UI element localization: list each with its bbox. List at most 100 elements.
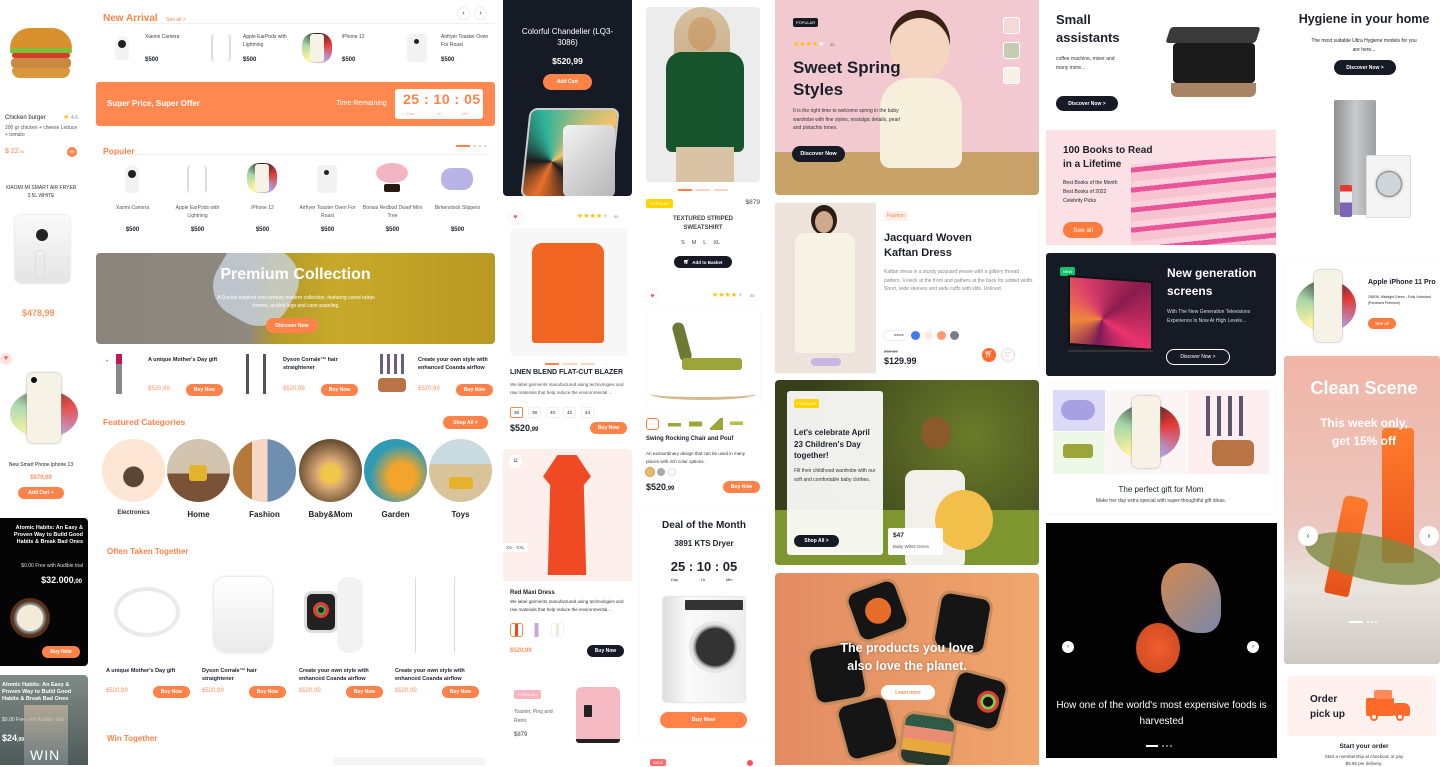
variant-thumb[interactable] xyxy=(1003,17,1020,34)
discover-now-button[interactable]: Discover Now > xyxy=(1166,349,1230,365)
burger-card[interactable]: Chicken burger ★ 4.6 200 gr chicken + ch… xyxy=(0,0,88,165)
size-option[interactable]: 42 xyxy=(563,407,576,418)
dress-buy-button[interactable]: Buy Now xyxy=(587,645,624,657)
thumbnail[interactable] xyxy=(646,418,659,430)
variant-cream[interactable] xyxy=(551,623,564,637)
book-card-1[interactable]: Atomic Habits: An Easy & Proven Way to B… xyxy=(0,518,88,666)
populer-item[interactable]: Xaomi Camera $500 xyxy=(100,160,165,240)
variant-red[interactable] xyxy=(510,623,523,637)
slide-pager[interactable] xyxy=(1146,745,1176,747)
sweet-spring-banner[interactable]: POPULAR ★★★★★ 95 Sweet Spring Styles It … xyxy=(775,0,1039,195)
size-option[interactable]: M xyxy=(692,240,697,246)
color-blue[interactable] xyxy=(911,331,920,340)
prev-slide-button[interactable]: ‹ xyxy=(1298,526,1318,546)
category-garden[interactable]: Garden xyxy=(364,439,428,519)
often-buy-button[interactable]: Buy Now xyxy=(249,686,286,698)
size-option[interactable]: 36 xyxy=(510,407,523,418)
product-tag[interactable]: $47 Baby White Dress xyxy=(888,528,943,555)
book-card-2[interactable]: Atomic Habits: An Easy & Proven Way to B… xyxy=(0,675,88,765)
populer-item[interactable]: Apple EarPods with Lightning $500 xyxy=(165,160,230,240)
often-item[interactable]: Create your own style with enhanced Coan… xyxy=(299,575,391,700)
color-peach[interactable] xyxy=(937,331,946,340)
next-arrow-button[interactable]: › xyxy=(474,7,487,20)
sweatshirt-card[interactable]: POPULAR $879 TEXTURED STRIPED SWEATSHIRT… xyxy=(646,7,760,272)
shop-all-button[interactable]: Shop All > xyxy=(794,535,839,547)
chandelier-card[interactable]: Colorful Chandelier (LQ3-3086) $520,99 A… xyxy=(503,0,632,196)
blazer-buy-button[interactable]: Buy Now xyxy=(590,422,627,434)
heart-icon[interactable]: ♥ xyxy=(646,290,659,303)
thumbnail[interactable] xyxy=(689,418,702,430)
arrival-item[interactable]: Airfryer Toaster Oven For Roast $500 xyxy=(399,30,495,70)
populer-item[interactable]: iPhone 12 $500 xyxy=(230,160,295,240)
see-all-button[interactable]: See all xyxy=(1368,318,1396,329)
variant-thumb[interactable] xyxy=(1003,42,1020,59)
discover-now-button[interactable]: Discover Now xyxy=(792,146,845,162)
see-all-button[interactable]: See all xyxy=(1063,222,1103,238)
deal-buy-button[interactable]: Buy Now xyxy=(186,384,223,396)
color-grey[interactable] xyxy=(950,331,959,340)
size-option[interactable]: XL xyxy=(713,240,720,246)
discover-now-button[interactable]: Discover Now > xyxy=(1334,60,1396,75)
color-white[interactable] xyxy=(668,468,676,476)
category-home[interactable]: Home xyxy=(167,439,231,519)
thumbnail[interactable] xyxy=(730,418,743,430)
arrival-item[interactable]: Apple EarPods with Lightning $500 xyxy=(201,30,296,70)
fryer-card[interactable]: XIAOMI MI SMART AIR FRYER 3.5L WHITE $47… xyxy=(0,175,88,325)
hygiene-card[interactable]: Hygiene in your home The most suitable U… xyxy=(1284,0,1440,240)
category-toys[interactable]: Toys xyxy=(429,439,493,519)
populer-pager[interactable] xyxy=(456,145,488,147)
color-white[interactable]: WHITE xyxy=(884,331,906,340)
red-dress-card[interactable]: ⌑ XS - XXL Red Maxi Dress We label garme… xyxy=(503,449,632,664)
rocking-chair-card[interactable]: ♥ ★★★★★ 55 Swing Rocking Chair and Pouf … xyxy=(646,290,760,500)
deal-buy-button[interactable]: Buy Now xyxy=(456,384,493,396)
often-buy-button[interactable]: Buy Now xyxy=(442,686,479,698)
slide-pager[interactable] xyxy=(1349,621,1379,623)
bookmark-icon[interactable]: ⌑ xyxy=(509,455,522,468)
iphone11-card[interactable]: Apple iPhone 11 Pro 256GB, Midnight Gree… xyxy=(1284,260,1440,348)
books-banner[interactable]: 100 Books to Read in a Lifetime Best Boo… xyxy=(1046,130,1276,245)
next-slide-button[interactable]: › xyxy=(1419,526,1439,546)
heart-icon[interactable]: ♥ xyxy=(106,358,108,363)
often-buy-button[interactable]: Buy Now xyxy=(153,686,190,698)
wishlist-button[interactable]: ♡ xyxy=(1001,348,1015,362)
category-babymom[interactable]: Baby&Mom xyxy=(299,439,363,519)
add-burger-button[interactable]: + xyxy=(67,147,77,157)
variant-lilac[interactable] xyxy=(530,623,543,637)
learn-more-button[interactable]: Learn more xyxy=(881,685,935,700)
small-assistants-card[interactable]: Small assistants coffee machine, mixer a… xyxy=(1046,0,1276,125)
heart-icon[interactable] xyxy=(747,760,753,766)
color-grey[interactable] xyxy=(657,468,665,476)
thumbnail[interactable] xyxy=(710,418,723,430)
planet-banner[interactable]: The products you love also love the plan… xyxy=(775,573,1039,765)
size-option[interactable]: 38 xyxy=(528,407,541,418)
thumbnail[interactable] xyxy=(668,418,681,430)
screens-banner[interactable]: NEW New generation screens With The New … xyxy=(1046,253,1276,376)
order-pickup-card[interactable]: Order pick up Start your order Start a m… xyxy=(1284,676,1440,766)
fish-carousel[interactable]: ‹ › How one of the world's most expensiv… xyxy=(1046,523,1277,758)
heart-icon[interactable]: ♥ xyxy=(509,211,522,224)
size-option[interactable]: S xyxy=(681,240,685,246)
deal-buy-button[interactable]: Buy Now xyxy=(321,384,358,396)
deal-buy-button[interactable]: Buy Now xyxy=(660,712,747,728)
add-cart-button[interactable]: Add Cart xyxy=(543,74,592,90)
toaster-card[interactable]: POPULAR Toaster, Ping and Retro $879 xyxy=(503,680,632,765)
variant-thumb[interactable] xyxy=(1003,67,1020,84)
see-all-link[interactable]: See all > xyxy=(166,17,186,23)
super-offer-banner[interactable]: Super Price, Super Offer Time Remaining … xyxy=(96,82,495,126)
book1-buy-button[interactable]: Buy Now xyxy=(42,646,80,658)
arrival-item[interactable]: iPhone 12 $500 xyxy=(300,30,395,70)
childrens-day-banner[interactable]: POPULAR Let's celebrate April 23 Childre… xyxy=(775,380,1039,565)
premium-collection-banner[interactable]: Premium Collection A Danish-inspired mid… xyxy=(96,253,495,344)
image-pager[interactable] xyxy=(545,363,595,365)
iphone13-card[interactable]: ♥ New Smart Phone Iphone 13 $879,09 Add … xyxy=(0,345,88,505)
discover-now-button[interactable]: Discover Now xyxy=(266,318,318,333)
often-item[interactable]: Create your own style with enhanced Coan… xyxy=(395,575,491,700)
color-cream[interactable] xyxy=(924,331,933,340)
chair-buy-button[interactable]: Buy Now xyxy=(723,481,760,493)
category-fashion[interactable]: Fashion xyxy=(233,439,297,519)
blazer-card[interactable]: ♥ ★★★★★ 55 LINEN BLEND FLAT-CUT BLAZER W… xyxy=(503,205,632,445)
discover-now-button[interactable]: Discover Now > xyxy=(1056,96,1118,111)
deal-item[interactable]: ♥ A unique Mother's Day gift $520,99 Buy… xyxy=(106,350,231,400)
heart-icon[interactable]: ♥ xyxy=(0,353,12,365)
arrival-item[interactable]: Xiaomi Camera $500 xyxy=(103,30,198,70)
